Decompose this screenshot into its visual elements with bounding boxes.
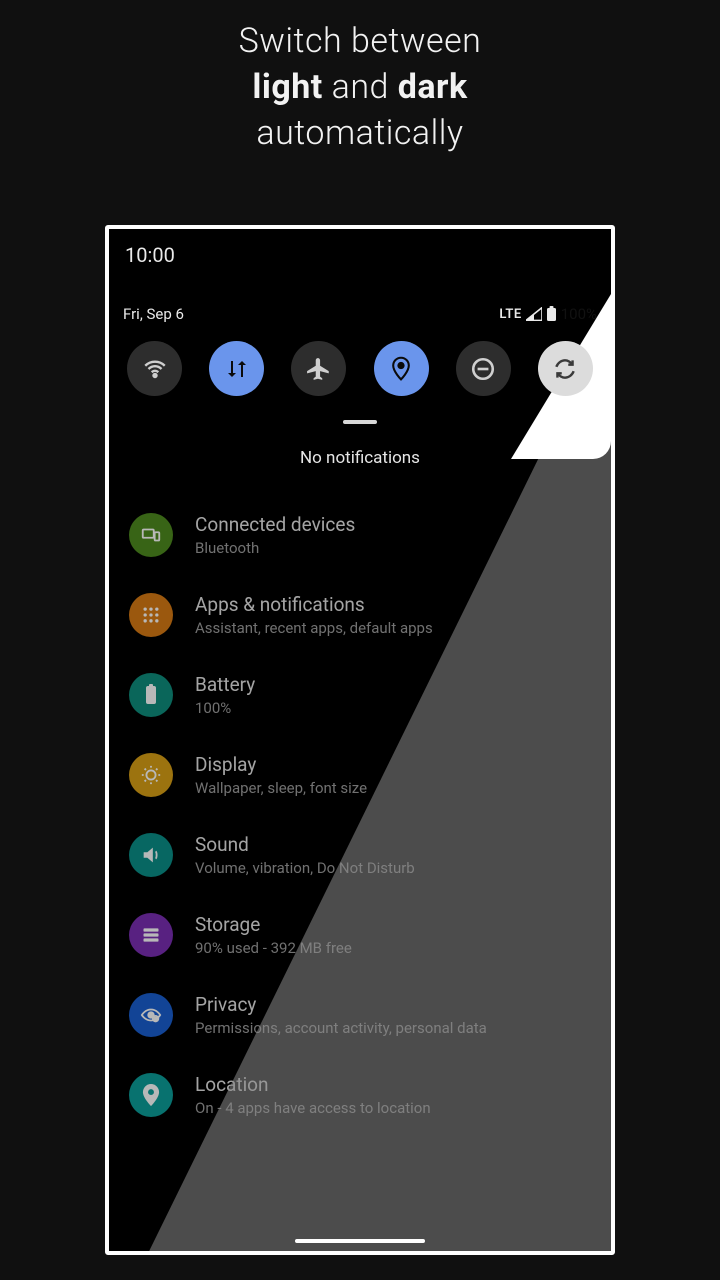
qs-location[interactable] xyxy=(374,341,429,396)
headline-line-3: automatically xyxy=(0,110,720,156)
quick-settings-row xyxy=(109,323,611,396)
headline-bold-dark: dark xyxy=(398,67,468,107)
signal-icon xyxy=(526,307,542,321)
qs-mobile-data[interactable] xyxy=(209,341,264,396)
nav-pill[interactable] xyxy=(295,1239,425,1243)
clock-time: 10:00 xyxy=(109,229,611,267)
qs-dnd[interactable] xyxy=(456,341,511,396)
qs-wifi[interactable] xyxy=(127,341,182,396)
qs-drag-handle[interactable] xyxy=(343,420,377,424)
qs-airplane[interactable] xyxy=(291,341,346,396)
headline-line-1: Switch between xyxy=(0,18,720,64)
battery-icon xyxy=(546,306,557,322)
status-date: Fri, Sep 6 xyxy=(123,305,184,323)
battery-percent: 100% xyxy=(561,305,597,323)
headline-bold-light: light xyxy=(252,67,322,107)
network-label: LTE xyxy=(499,307,521,322)
headline-mid: and xyxy=(323,67,398,107)
phone-frame: Connected devices Bluetooth Apps & notif… xyxy=(105,225,615,1255)
gesture-nav-bar[interactable] xyxy=(109,1239,611,1243)
status-right: LTE 100% xyxy=(499,305,597,323)
status-bar: Fri, Sep 6 LTE 100% xyxy=(109,267,611,323)
no-notifications-text: No notifications xyxy=(109,448,611,468)
promo-headline: Switch between light and dark automatica… xyxy=(0,0,720,156)
headline-line-2: light and dark xyxy=(0,64,720,110)
qs-auto-rotate[interactable] xyxy=(538,341,593,396)
